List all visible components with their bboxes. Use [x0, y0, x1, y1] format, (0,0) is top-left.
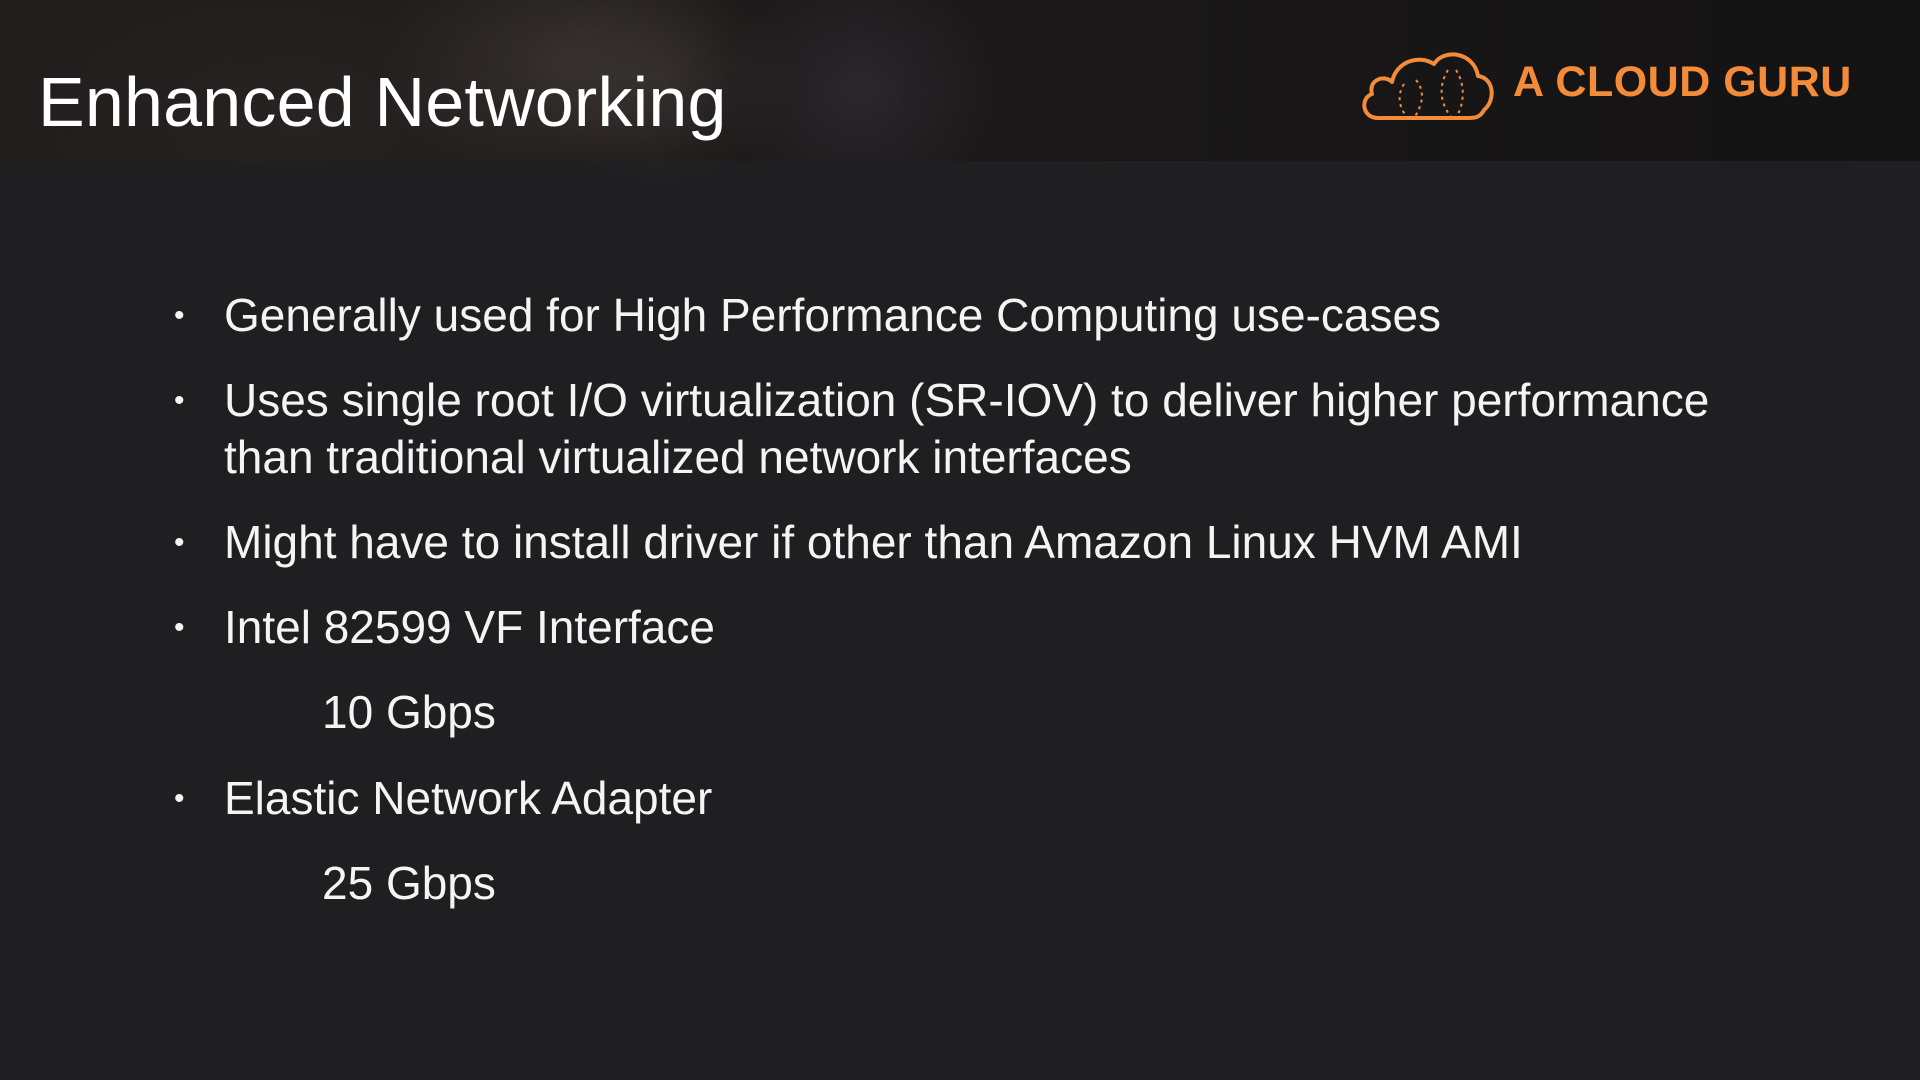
bullet-item-line2: than traditional virtualized network int… — [224, 431, 1132, 483]
bullet-subitem: 25 Gbps — [322, 857, 496, 909]
bullet-item: Generally used for High Performance Comp… — [224, 289, 1442, 341]
bullet-list: • Generally used for High Performance Co… — [0, 0, 1920, 1080]
bullet-item: Intel 82599 VF Interface — [224, 601, 715, 653]
bullet-subitem: 10 Gbps — [322, 686, 496, 738]
bullet-marker: • — [174, 526, 185, 559]
bullet-item: Might have to install driver if other th… — [224, 516, 1523, 568]
slide: Enhanced Networking A CLOUD GURU • Gener… — [0, 0, 1920, 1080]
bullet-marker: • — [174, 299, 185, 332]
bullet-item-line1: Uses single root I/O virtualization (SR-… — [224, 374, 1710, 426]
bullet-marker: • — [174, 782, 185, 815]
bullet-marker: • — [174, 611, 185, 644]
bullet-item: Elastic Network Adapter — [224, 772, 713, 824]
bullet-marker: • — [174, 384, 185, 417]
